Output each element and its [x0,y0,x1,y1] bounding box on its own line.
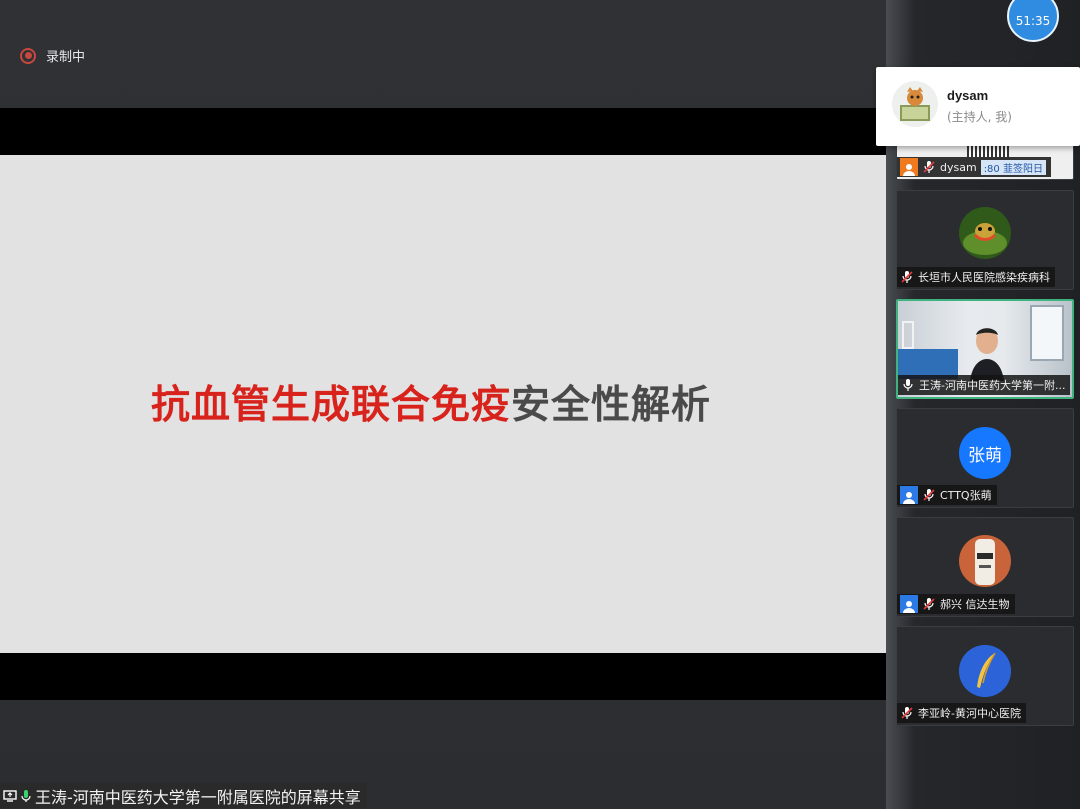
participant-name-bar: 郝兴 信达生物 [897,594,1015,614]
participant-name: CTTQ张萌 [940,489,992,502]
participant-name: 王涛-河南中医药大学第一附... [919,379,1066,392]
recording-indicator[interactable]: 录制中 [20,46,85,65]
participant-name-bar: CTTQ张萌 [897,485,997,505]
mic-muted-icon [901,271,913,283]
participant-name-bar: 李亚岭-黄河中心医院 [897,703,1026,723]
participant-avatar [959,535,1011,587]
participant-name-bar: 王涛-河南中医药大学第一附... [898,375,1071,395]
shared-screen-stage: 录制中 抗血管生成联合免疫安全性解析 王涛-河南中医药大学第一附属医院的屏幕共享 [0,0,886,809]
microphone-icon [903,379,913,391]
participant-tile[interactable]: 长垣市人民医院感染疾病科 [896,190,1074,290]
participant-name: 长垣市人民医院感染疾病科 [918,271,1050,284]
participant-name-bar: dysam :80 韮签阳日 [897,157,1051,177]
participant-name: 李亚岭-黄河中心医院 [918,707,1021,720]
participant-tile[interactable]: 张萌 CTTQ张萌 [896,408,1074,508]
host-badge-icon [900,158,918,176]
screen-share-text: 王涛-河南中医药大学第一附属医院的屏幕共享 [35,787,361,807]
user-badge-icon [900,595,918,613]
letterbox-bottom [0,653,886,700]
host-info-popup[interactable]: dysam (主持人, 我) [876,67,1080,146]
participant-name-bar: 长垣市人民医院感染疾病科 [897,267,1055,287]
slide-title-highlight: 抗血管生成联合免疫 [150,383,511,428]
user-badge-icon [900,486,918,504]
participant-name: 郝兴 信达生物 [940,598,1010,611]
presentation-slide: 抗血管生成联合免疫安全性解析 [0,155,886,653]
participant-tile-active-video[interactable]: 王涛-河南中医药大学第一附... [896,299,1074,399]
mic-muted-icon [923,598,935,610]
mic-muted-icon [923,161,935,173]
host-role: (主持人, 我) [947,110,1012,124]
speaker-video [966,321,1008,381]
participant-overlay-text: :80 韮签阳日 [980,159,1046,175]
slide-title-rest: 安全性解析 [511,383,712,428]
mic-muted-icon [923,489,935,501]
host-name: dysam [947,88,989,103]
participant-avatar [959,207,1011,259]
host-avatar [892,81,938,127]
record-icon [20,47,36,64]
microphone-icon [19,789,33,803]
screen-share-icon [3,789,17,803]
slide-title: 抗血管生成联合免疫安全性解析 [151,374,711,430]
participant-tile[interactable]: 郝兴 信达生物 [896,517,1074,617]
participant-avatar [959,645,1011,697]
wall-frame-image [902,321,914,349]
letterbox-top [0,108,886,155]
window-image [1030,305,1064,361]
screen-share-label: 王涛-河南中医药大学第一附属医院的屏幕共享 [0,783,367,808]
participant-text-avatar: 张萌 [959,427,1011,479]
mic-muted-icon [901,707,913,719]
participant-tile[interactable]: 李亚岭-黄河中心医院 [896,626,1074,726]
participant-name: dysam [940,160,977,174]
recording-label: 录制中 [46,50,86,65]
